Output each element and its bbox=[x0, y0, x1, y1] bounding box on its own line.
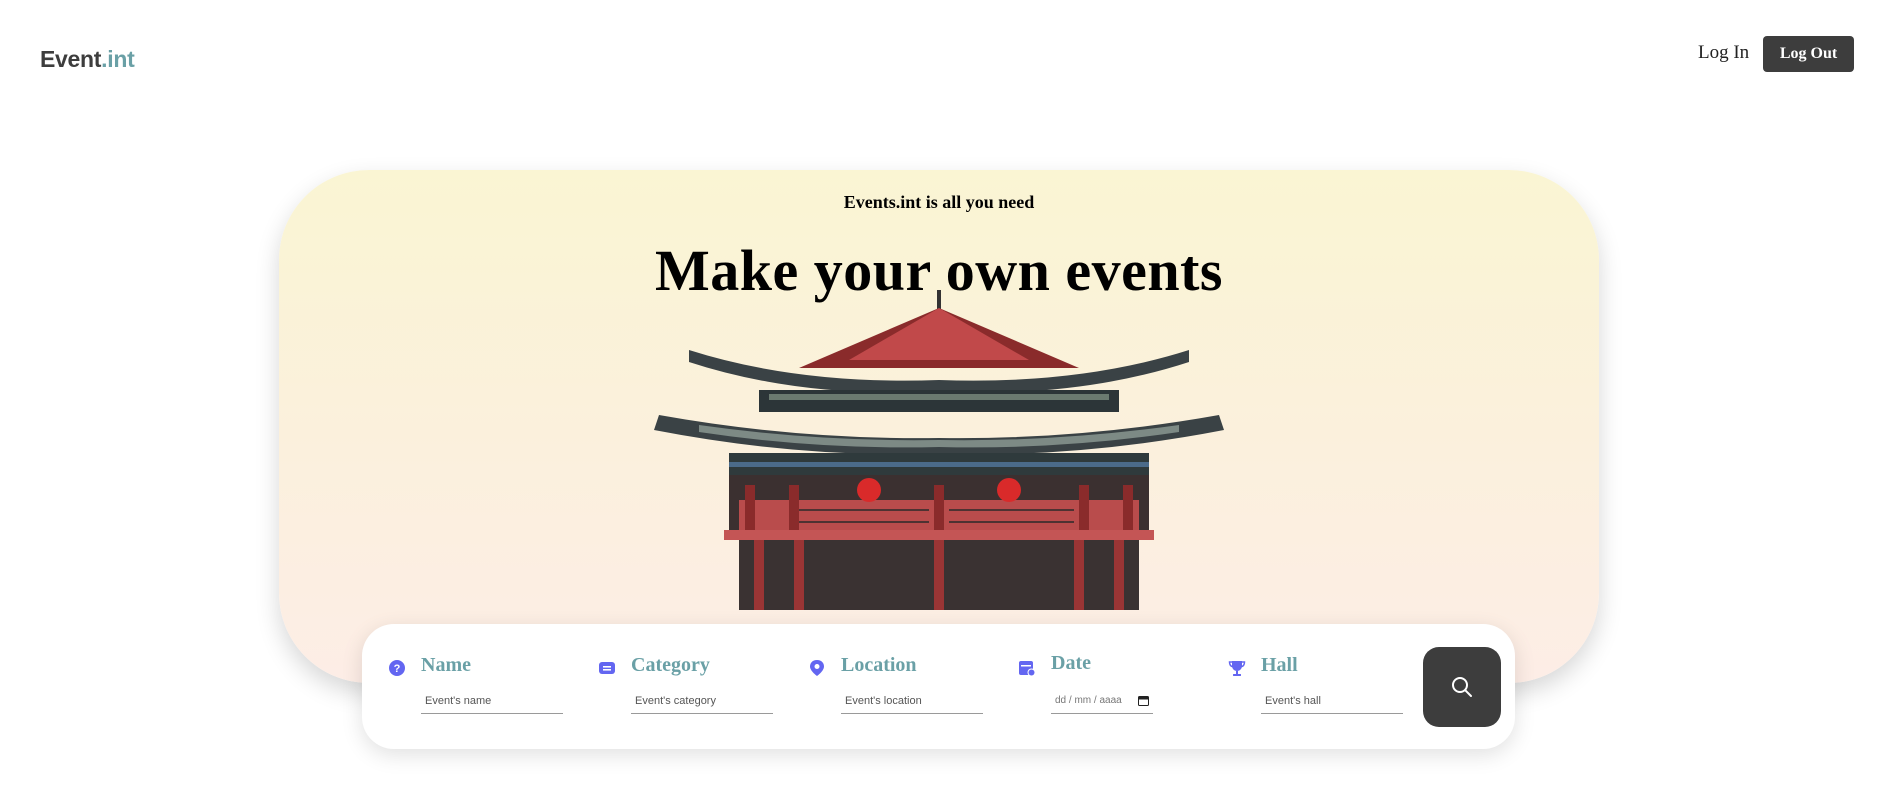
hall-input[interactable] bbox=[1261, 688, 1403, 714]
date-input[interactable]: dd / mm / aaaa bbox=[1051, 688, 1153, 714]
logout-button[interactable]: Log Out bbox=[1763, 36, 1854, 72]
trophy-icon bbox=[1228, 661, 1246, 676]
location-icon bbox=[810, 660, 824, 676]
hall-label: Hall bbox=[1261, 654, 1298, 676]
name-label: Name bbox=[421, 654, 471, 676]
category-label: Category bbox=[631, 654, 710, 676]
calendar-picker-icon[interactable] bbox=[1138, 695, 1149, 706]
location-input[interactable] bbox=[841, 688, 983, 714]
hero-subtitle: Events.int is all you need bbox=[843, 192, 1035, 212]
name-input[interactable] bbox=[421, 688, 563, 714]
logo-accent: .int bbox=[101, 46, 135, 72]
search-button[interactable] bbox=[1423, 647, 1501, 727]
logo[interactable]: Event.int bbox=[40, 46, 135, 73]
svg-text:?: ? bbox=[394, 663, 401, 675]
location-label: Location bbox=[841, 654, 917, 676]
search-panel: ? Name Category Location Date dd / mm / bbox=[362, 624, 1515, 749]
login-link[interactable]: Log In bbox=[1698, 42, 1749, 64]
search-icon bbox=[1452, 677, 1472, 697]
category-icon bbox=[599, 662, 615, 674]
logo-main: Event bbox=[40, 46, 102, 72]
date-label: Date bbox=[1051, 652, 1091, 674]
hero-banner: Events.int is all you need Make your own… bbox=[279, 170, 1599, 683]
calendar-icon bbox=[1019, 661, 1036, 677]
date-placeholder: dd / mm / aaaa bbox=[1055, 695, 1122, 706]
question-icon: ? bbox=[389, 660, 405, 676]
category-input[interactable] bbox=[631, 688, 773, 714]
